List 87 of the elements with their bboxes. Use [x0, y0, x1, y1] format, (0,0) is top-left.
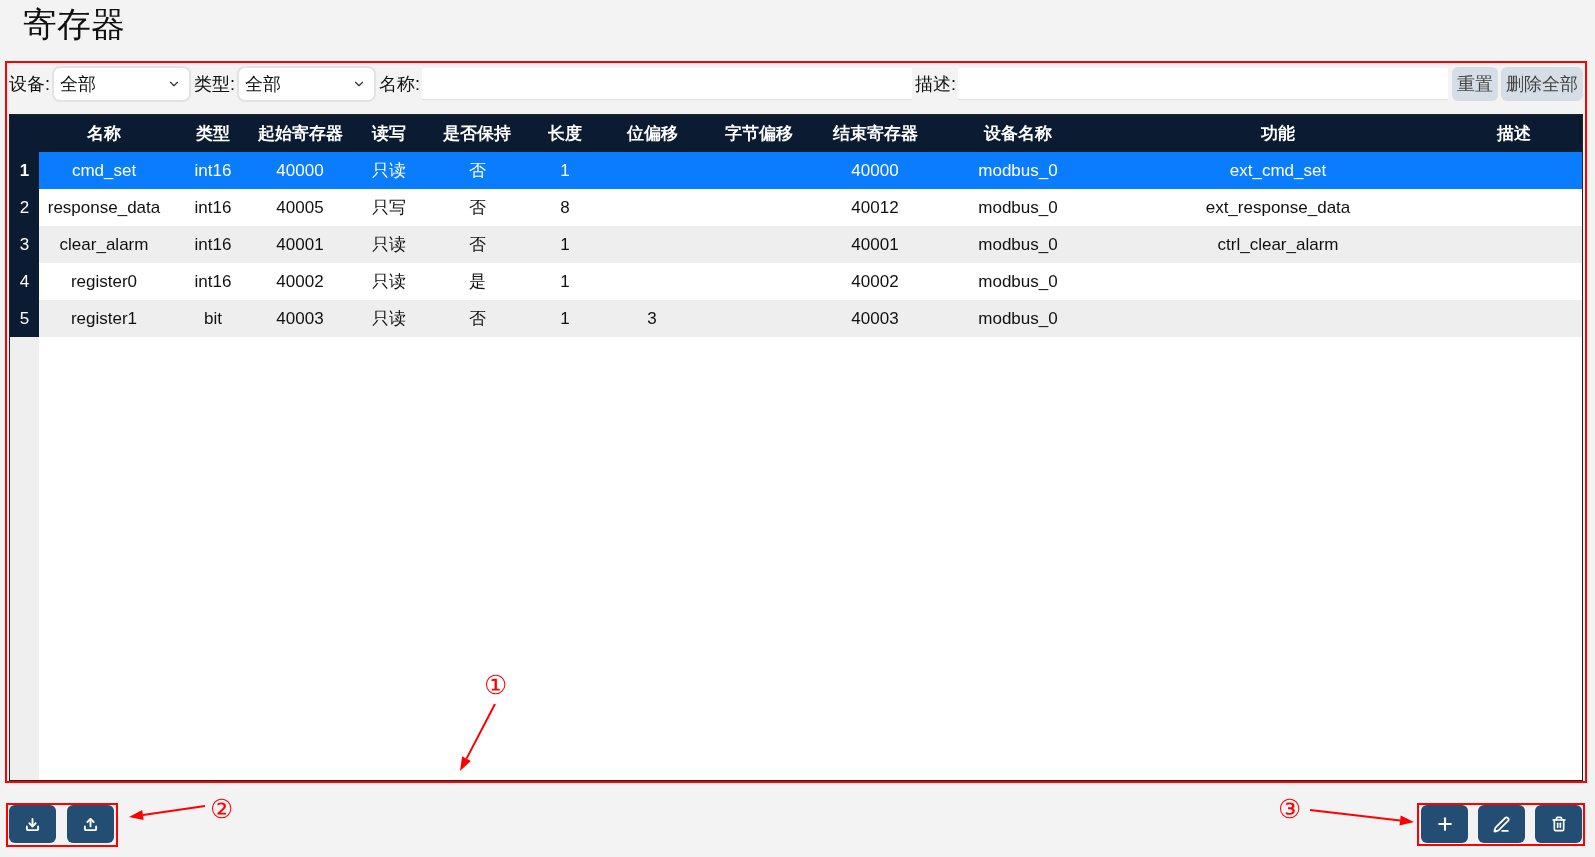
delete-button[interactable] — [1535, 805, 1582, 843]
table-row[interactable]: 3 clear_alarm int16 40001 只读 否 1 40001 modbus_0 ctrl_clear_alarm — [10, 226, 1582, 263]
table-cell-text: 40005 — [276, 196, 324, 219]
table-cell-text: 只写 — [372, 196, 406, 219]
table-cell-text: 40012 — [851, 196, 899, 219]
table-cell-text: ext_response_data — [1205, 196, 1351, 219]
table-cell-text: int16 — [194, 233, 232, 256]
table-cell-text: int16 — [194, 159, 232, 182]
upload-icon — [83, 816, 98, 832]
field-label: 类型: — [194, 72, 236, 96]
table-row[interactable]: 1 cmd_set int16 40000 只读 否 1 40000 modbus_0 ext_cmd_set — [10, 152, 1582, 189]
table-cell-text: int16 — [194, 270, 232, 293]
table-cell-text: 否 — [468, 233, 486, 256]
column-header[interactable]: 名称 — [87, 120, 121, 147]
page-title: 寄存器 — [23, 4, 125, 45]
table-cell-text: 40001 — [276, 233, 324, 256]
table-cell-text: 否 — [468, 196, 486, 219]
table-cell-text: int16 — [194, 196, 232, 219]
table-cell-text: bit — [204, 307, 222, 330]
download-icon — [25, 816, 40, 832]
text-field[interactable] — [422, 68, 912, 100]
field-label: 设备: — [9, 72, 50, 96]
table-cell-text: 否 — [468, 159, 486, 182]
column-header[interactable]: 起始寄存器 — [257, 120, 343, 147]
dropdown[interactable]: 全部 — [52, 66, 191, 102]
row-number: 3 — [19, 233, 30, 256]
column-header[interactable]: 设备名称 — [984, 120, 1052, 147]
table-cell-text: response_data — [47, 196, 161, 219]
delete-all-button[interactable]: 删除全部 — [1501, 67, 1583, 101]
table-cell-text: 只读 — [372, 233, 406, 256]
table-cell-text: register0 — [70, 270, 138, 293]
table-cell-text: clear_alarm — [59, 233, 149, 256]
table-cell-text: 8 — [560, 196, 570, 219]
table-cell-text: modbus_0 — [978, 159, 1058, 182]
callout-number: ③ — [1278, 794, 1301, 824]
upload-button[interactable] — [67, 805, 114, 843]
table-cell-text: 只读 — [372, 307, 406, 330]
table-cell-text: ctrl_clear_alarm — [1217, 233, 1339, 256]
row-number: 4 — [19, 270, 30, 293]
table-cell-text: 40001 — [851, 233, 899, 256]
field-label: 描述: — [915, 72, 957, 96]
column-header[interactable]: 读写 — [372, 120, 406, 147]
table-cell-text: 只读 — [372, 270, 406, 293]
trash-icon — [1550, 816, 1567, 832]
table-cell-text: 3 — [647, 307, 657, 330]
table-cell-text: modbus_0 — [978, 233, 1058, 256]
column-header[interactable]: 是否保持 — [443, 120, 511, 147]
reset-button[interactable]: 重置 — [1452, 67, 1498, 101]
table-cell-text: register1 — [70, 307, 138, 330]
table-cell-text: 40002 — [851, 270, 899, 293]
column-header[interactable]: 类型 — [196, 120, 230, 147]
row-number: 2 — [19, 196, 30, 219]
column-header[interactable]: 描述 — [1496, 120, 1531, 147]
add-button[interactable] — [1421, 805, 1468, 843]
table-cell-text: modbus_0 — [978, 196, 1058, 219]
table-row[interactable]: 5 register1 bit 40003 只读 否 1 3 40003 modbus_0 — [10, 300, 1582, 337]
column-header[interactable]: 位偏移 — [626, 120, 678, 147]
table-cell-text: ext_cmd_set — [1229, 159, 1327, 182]
column-header[interactable]: 结束寄存器 — [832, 120, 918, 147]
callout-number: ② — [210, 794, 233, 824]
table-cell-text: 1 — [560, 159, 570, 182]
pencil-icon — [1493, 815, 1510, 833]
row-number: 5 — [19, 307, 30, 330]
table-cell-text: modbus_0 — [978, 307, 1058, 330]
table-cell-text: 40000 — [851, 159, 899, 182]
table-cell-text: 否 — [468, 307, 486, 330]
table-cell-text: cmd_set — [71, 159, 137, 182]
column-header[interactable]: 长度 — [548, 120, 582, 147]
table-cell-text: 只读 — [372, 159, 406, 182]
table-cell-text: 1 — [560, 270, 570, 293]
dropdown[interactable]: 全部 — [237, 66, 377, 102]
table-cell-text: 1 — [560, 233, 570, 256]
edit-button[interactable] — [1478, 805, 1525, 843]
download-button[interactable] — [9, 805, 56, 843]
callout-number: ① — [484, 670, 507, 700]
row-number: 1 — [19, 159, 30, 182]
table-cell-text: 1 — [560, 307, 570, 330]
field-label: 名称: — [379, 72, 421, 96]
table-cell-text: 40003 — [276, 307, 324, 330]
table-cell-text: 40002 — [276, 270, 324, 293]
column-header[interactable]: 功能 — [1261, 120, 1295, 147]
text-field[interactable] — [958, 68, 1448, 100]
table-cell-text: modbus_0 — [978, 270, 1058, 293]
column-header[interactable]: 字节偏移 — [725, 120, 793, 147]
table-cell-text: 40000 — [276, 159, 324, 182]
table-cell-text: 是 — [468, 270, 486, 293]
table-cell-text: 40003 — [851, 307, 899, 330]
